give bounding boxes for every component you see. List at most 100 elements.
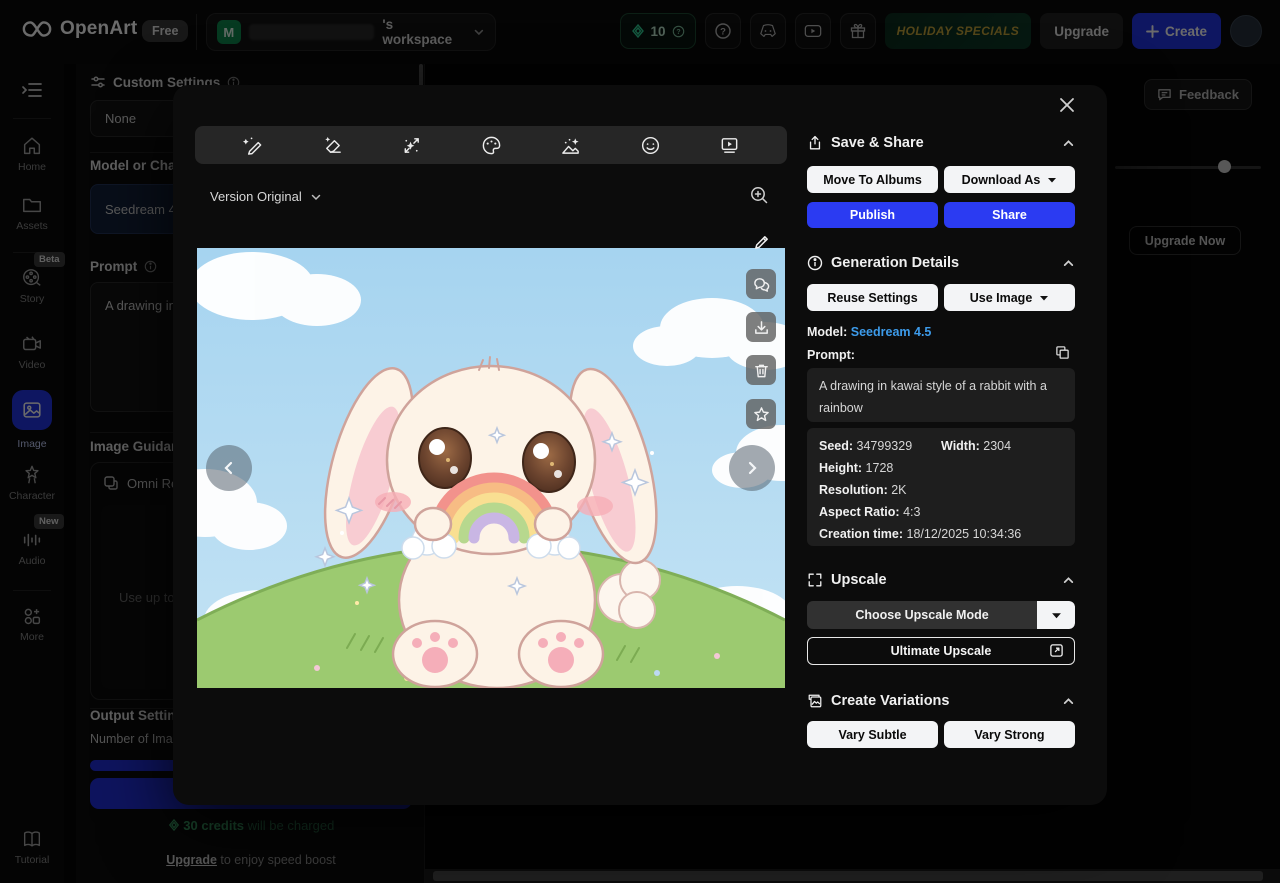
info-icon xyxy=(807,255,823,271)
upscale-header[interactable]: Upscale xyxy=(807,570,1075,590)
delete-image-button[interactable] xyxy=(746,355,776,385)
upscale-mode-dropdown[interactable] xyxy=(1037,601,1075,629)
chevron-up-icon xyxy=(1063,139,1074,146)
edit-image-button[interactable] xyxy=(746,227,776,257)
favorite-image-button[interactable] xyxy=(746,399,776,429)
face-swap-button[interactable] xyxy=(628,129,672,161)
download-image-button[interactable] xyxy=(746,312,776,342)
prompt-value-box[interactable]: A drawing in kawai style of a rabbit wit… xyxy=(807,368,1075,422)
chevron-up-icon xyxy=(1063,259,1074,266)
save-share-buttons: Move To Albums Download As xyxy=(807,166,1075,193)
height-label: Height: xyxy=(819,461,863,475)
chevron-left-icon xyxy=(224,461,233,475)
aspect-ratio-label: Aspect Ratio: xyxy=(819,505,900,519)
vary-subtle-button[interactable]: Vary Subtle xyxy=(807,721,938,748)
vary-strong-button[interactable]: Vary Strong xyxy=(944,721,1075,748)
zoom-in-button[interactable] xyxy=(749,185,769,205)
create-variations-title: Create Variations xyxy=(831,693,950,709)
generation-details-header[interactable]: Generation Details xyxy=(807,253,1075,273)
external-link-icon xyxy=(1050,644,1063,657)
next-image-button[interactable] xyxy=(729,445,775,491)
creation-time-label: Creation time: xyxy=(819,527,904,541)
move-to-albums-button[interactable]: Move To Albums xyxy=(807,166,938,193)
ultimate-upscale-label: Ultimate Upscale xyxy=(890,644,992,658)
chevron-right-icon xyxy=(748,461,757,475)
download-icon xyxy=(754,320,768,334)
height-row: Height: 1728 xyxy=(819,457,1063,479)
magic-eraser-icon xyxy=(324,136,341,153)
width-value: 2304 xyxy=(983,439,1012,453)
create-variations-header[interactable]: Create Variations xyxy=(807,691,1075,711)
save-share-header[interactable]: Save & Share xyxy=(807,133,1075,153)
resolution-value: 2K xyxy=(891,483,907,497)
model-label: Model: xyxy=(807,325,848,339)
ultimate-upscale-button[interactable]: Ultimate Upscale xyxy=(807,637,1075,665)
magic-edit-icon xyxy=(242,136,262,155)
comment-image-button[interactable] xyxy=(746,269,776,299)
use-image-button[interactable]: Use Image xyxy=(944,284,1075,311)
upscale-title: Upscale xyxy=(831,572,887,588)
prompt-label: Prompt: xyxy=(807,348,855,362)
chat-bubbles-icon xyxy=(753,277,769,292)
image-remix-icon xyxy=(562,137,579,154)
image-detail-modal: Version Original Save & Share Move To Al… xyxy=(173,85,1107,805)
seed-value: 34799329 xyxy=(856,439,913,453)
magic-eraser-button[interactable] xyxy=(310,129,354,161)
resolution-row: Resolution: 2K xyxy=(819,479,1063,501)
chevron-up-icon xyxy=(1063,576,1074,583)
details-sidebar: Save & Share Move To Albums Download As … xyxy=(807,85,1075,805)
palette-icon xyxy=(482,136,500,154)
trash-icon xyxy=(754,364,768,377)
chevron-down-icon xyxy=(311,194,321,200)
choose-upscale-mode-label: Choose Upscale Mode xyxy=(855,608,989,622)
reuse-settings-button[interactable]: Reuse Settings xyxy=(807,284,938,311)
aspect-ratio-row: Aspect Ratio: 4:3 xyxy=(819,501,1063,523)
version-selector[interactable]: Version Original xyxy=(210,189,322,204)
height-value: 1728 xyxy=(865,461,894,475)
choose-upscale-mode-button[interactable]: Choose Upscale Mode xyxy=(807,601,1075,629)
expand-icon xyxy=(808,573,822,587)
model-link[interactable]: Seedream 4.5 xyxy=(851,325,932,339)
save-share-title: Save & Share xyxy=(831,135,924,151)
generation-action-buttons: Reuse Settings Use Image xyxy=(807,284,1075,311)
animate-button[interactable] xyxy=(708,129,752,161)
style-palette-button[interactable] xyxy=(469,129,513,161)
dropdown-caret-icon xyxy=(1048,177,1057,182)
resolution-label: Resolution: xyxy=(819,483,888,497)
previous-image-button[interactable] xyxy=(206,445,252,491)
face-icon xyxy=(641,136,659,154)
variations-icon xyxy=(808,694,822,708)
dropdown-caret-icon xyxy=(1040,295,1049,300)
chevron-up-icon xyxy=(1063,697,1074,704)
kawaii-rabbit-rainbow-art xyxy=(197,248,785,688)
version-selector-label: Version Original xyxy=(210,189,302,204)
magic-edit-button[interactable] xyxy=(231,129,275,161)
generated-image[interactable] xyxy=(197,248,785,688)
width-label: Width: xyxy=(941,439,980,453)
copy-icon xyxy=(1056,346,1069,359)
download-as-label: Download As xyxy=(961,172,1041,187)
edit-toolbar xyxy=(195,126,787,164)
pencil-icon xyxy=(754,235,768,249)
prompt-value-text: A drawing in kawai style of a rabbit wit… xyxy=(819,379,1047,415)
aspect-ratio-value: 4:3 xyxy=(903,505,921,519)
app-root: OpenArt Free M 's workspace 10 ? ? xyxy=(0,0,1280,883)
download-as-button[interactable]: Download As xyxy=(944,166,1075,193)
enhance-icon xyxy=(404,137,419,153)
zoom-in-icon xyxy=(751,187,768,204)
variation-buttons: Vary Subtle Vary Strong xyxy=(807,721,1075,748)
use-image-label: Use Image xyxy=(969,290,1033,305)
share-button[interactable]: Share xyxy=(944,202,1075,228)
seed-label: Seed: xyxy=(819,439,854,453)
animate-icon xyxy=(721,137,738,153)
seed-width-row: Seed: 34799329 Width: 2304 xyxy=(819,435,1063,457)
creation-time-value: 18/12/2025 10:34:36 xyxy=(906,527,1022,541)
enhance-button[interactable] xyxy=(390,129,434,161)
publish-share-buttons: Publish Share xyxy=(807,202,1075,228)
creation-time-row: Creation time: 18/12/2025 10:34:36 xyxy=(819,523,1063,545)
star-icon xyxy=(753,406,769,421)
image-remix-button[interactable] xyxy=(549,129,593,161)
copy-prompt-button[interactable] xyxy=(1055,345,1070,360)
model-line: Model: Seedream 4.5 xyxy=(807,325,931,339)
publish-button[interactable]: Publish xyxy=(807,202,938,228)
